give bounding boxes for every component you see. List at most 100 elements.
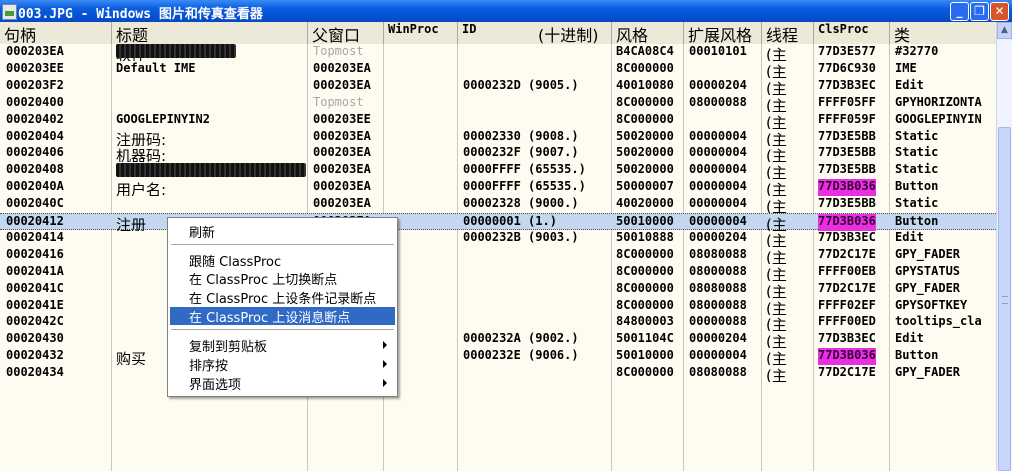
cell-cls: tooltips_cla [895, 314, 982, 329]
grip-icon [1002, 296, 1008, 304]
cell-exstyle: 00000004 [689, 145, 747, 160]
menu-item-follow-classproc[interactable]: 跟随 ClassProc [170, 251, 395, 270]
menu-item-message-breakpoint[interactable]: 在 ClassProc 上设消息断点 [170, 307, 395, 326]
cell-title: 购买 [116, 350, 147, 366]
scroll-up-arrow-icon[interactable]: ▲ [997, 22, 1012, 39]
table-row[interactable]: 0002041C 8C000000 08080088 (主 77D2C17E GPY_FA… [0, 281, 996, 298]
context-menu: 刷新 跟随 ClassProc 在 ClassProc 上切换断点 在 Clas… [167, 217, 398, 397]
table-row[interactable]: 0002042C 84800003 00000088 (主 FFFF00ED toolti… [0, 314, 996, 331]
menu-item-conditional-log-breakpoint[interactable]: 在 ClassProc 上设条件记录断点 [170, 288, 395, 307]
menu-item-copy-to-clipboard[interactable]: 复制到剪贴板 [170, 336, 395, 355]
table-row[interactable]: 00020430 0000232A (9002.) 5001104C 00000204… [0, 331, 996, 348]
cell-thread: (主 [766, 96, 787, 112]
column-winproc[interactable]: WinProc [384, 22, 458, 44]
menu-separator [171, 244, 394, 245]
cell-exstyle: 00000204 [689, 331, 747, 346]
cell-style: 8C000000 [616, 94, 674, 109]
image-viewer-icon [2, 4, 17, 20]
table-row[interactable]: 0002040C 000203EA 00002328 (9000.) 40020000… [0, 196, 996, 213]
cell-clsproc: 77D3B3EC [818, 77, 876, 92]
menu-item-label: 界面选项 [189, 378, 242, 393]
cell-style: 8C000000 [616, 246, 674, 261]
cell-cls: GOOGLEPINYIN [895, 111, 982, 126]
menu-item-label: 在 ClassProc 上切换断点 [189, 273, 338, 288]
vertical-scrollbar[interactable]: ▲ [996, 22, 1012, 471]
close-button[interactable]: ✕ [990, 2, 1009, 21]
cell-handle: 0002040A [6, 179, 64, 194]
column-style[interactable]: 风格 [612, 22, 684, 44]
cell-style: 8C000000 [616, 60, 674, 75]
cell-clsproc: 77D3B3EC [818, 331, 876, 346]
cell-thread: (主 [766, 198, 787, 214]
menu-item-appearance[interactable]: 界面选项 [170, 374, 395, 393]
cell-parent: 000203EA [313, 162, 371, 177]
table-row[interactable]: 00020400 Topmost 8C000000 08000088 (主 FFFF05F… [0, 95, 996, 112]
cell-parent: 000203EA [313, 60, 371, 75]
cell-style: 84800003 [616, 314, 674, 329]
cell-clsproc: 77D6C930 [818, 60, 876, 75]
cell-parent: 000203EE [313, 111, 371, 126]
cell-exstyle: 00000204 [689, 77, 747, 92]
table-row[interactable]: 00020412注册000203EA00000001 (1.)500100000… [0, 213, 996, 231]
column-title[interactable]: 标题 [112, 22, 308, 44]
cell-style: 50020000 [616, 162, 674, 177]
cell-handle: 0002040C [6, 196, 64, 211]
cell-style: 50020000 [616, 128, 674, 143]
cell-handle: 00020412 [6, 214, 64, 228]
cell-cls: IME [895, 60, 917, 75]
cell-clsproc: 77D2C17E [818, 365, 876, 380]
window-list[interactable]: 000203EA软件TopmostB4CA08C400010101(主77D3E… [0, 44, 996, 471]
cell-cls: Edit [895, 331, 924, 346]
cell-title: 注册码: [116, 130, 167, 146]
window-titlebar[interactable]: 003.JPG - Windows 图片和传真查看器 _ ❐ ✕ [0, 0, 1012, 22]
cell-thread: (主 [766, 316, 787, 332]
scrollbar-thumb[interactable] [998, 127, 1011, 471]
column-handle[interactable]: 句柄 [0, 22, 112, 44]
cell-cls: Static [895, 162, 939, 177]
table-row[interactable]: 00020434 8C000000 08080088 (主 77D2C17E GPY_FA… [0, 365, 996, 382]
cell-handle: 000203EA [6, 44, 64, 58]
column-id-decimal[interactable]: (十进制) [532, 22, 612, 44]
cell-clsproc: 77D3B036 [818, 214, 876, 231]
table-row[interactable]: 0002041A 8C000000 08000088 (主 FFFF00EB GPYSTA… [0, 264, 996, 281]
cell-exstyle: 08080088 [689, 280, 747, 295]
table-row[interactable]: 00020406 机器码: 000203EA 0000232F (9007.) 5002… [0, 145, 996, 162]
column-id[interactable]: ID [458, 22, 532, 44]
table-row[interactable]: 00020404 注册码: 000203EA 00002330 (9008.) 5002… [0, 129, 996, 146]
cell-clsproc: 77D3B036 [818, 348, 876, 366]
menu-item-toggle-breakpoint[interactable]: 在 ClassProc 上切换断点 [170, 269, 395, 288]
cell-id: 0000232B (9003.) [463, 229, 579, 244]
table-row[interactable]: 0002040A 用户名: 000203EA 0000FFFF (65535.) 500… [0, 179, 996, 197]
table-row[interactable]: 00020432 购买 0000232E (9006.) 50010000 000000… [0, 348, 996, 366]
menu-item-refresh[interactable]: 刷新 [170, 222, 395, 241]
cell-thread: (主 [766, 231, 787, 247]
cell-parent: 000203EA [313, 179, 371, 194]
table-row[interactable]: 00020402 GOOGLEPINYIN2 000203EE 8C000000 (主 F… [0, 112, 996, 129]
column-thread[interactable]: 线程 [762, 22, 814, 44]
menu-item-sort-by[interactable]: 排序按 [170, 355, 395, 374]
table-row[interactable]: 000203F2 000203EA 0000232D (9005.) 40010080… [0, 78, 996, 95]
cell-thread: (主 [766, 248, 787, 264]
submenu-arrow-icon [383, 379, 387, 387]
column-class[interactable]: 类 [890, 22, 996, 44]
redaction-mark [116, 163, 306, 177]
cell-style: 50020000 [616, 145, 674, 160]
cell-clsproc: 77D2C17E [818, 280, 876, 295]
column-parent[interactable]: 父窗口 [308, 22, 384, 44]
cell-handle: 00020414 [6, 229, 64, 244]
cell-cls: GPYHORIZONTA [895, 94, 982, 109]
cell-exstyle: 00000088 [689, 314, 747, 329]
cell-id: 0000232F (9007.) [463, 145, 579, 160]
column-exstyle[interactable]: 扩展风格 [684, 22, 762, 44]
column-clsproc[interactable]: ClsProc [814, 22, 890, 44]
minimize-button[interactable]: _ [950, 2, 969, 21]
table-row[interactable]: 00020414 0000232B (9003.) 50010888 00000204… [0, 230, 996, 247]
maximize-button[interactable]: ❐ [970, 2, 989, 21]
cell-clsproc: FFFF00EB [818, 263, 876, 278]
cell-thread: (主 [766, 46, 787, 61]
table-row[interactable]: 000203EE Default IME 000203EA 8C000000 (主 77D… [0, 61, 996, 78]
table-row[interactable]: 0002041E 8C000000 08000088 (主 FFFF02EF GPYSOF… [0, 298, 996, 315]
table-row[interactable]: 00020416 8C000000 08080088 (主 77D2C17E GPY_FA… [0, 247, 996, 264]
cell-clsproc: 77D3B036 [818, 179, 876, 197]
menu-item-label: 排序按 [189, 359, 229, 374]
